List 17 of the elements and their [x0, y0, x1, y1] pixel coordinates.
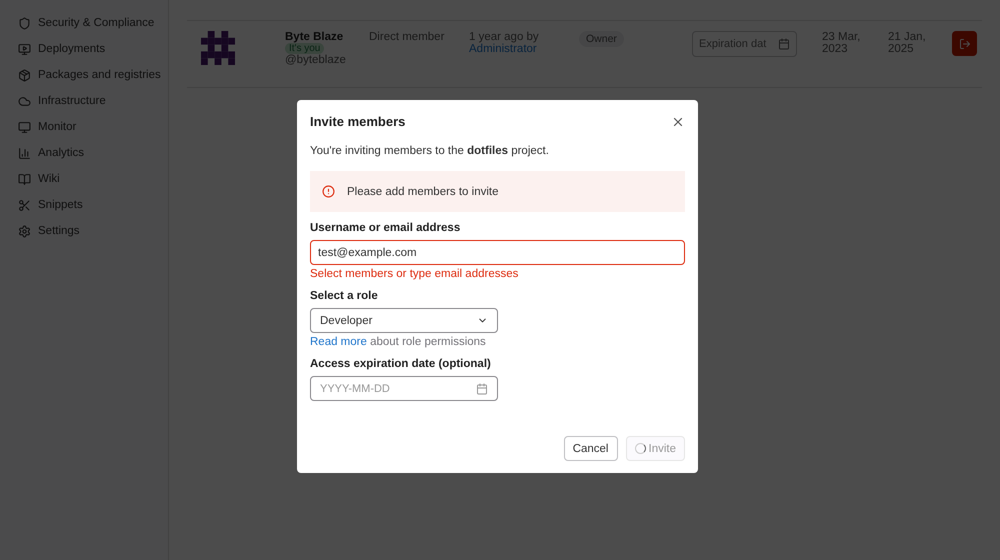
username-field[interactable]: test@example.com [310, 240, 685, 265]
role-label: Select a role [310, 290, 379, 302]
date-field[interactable]: YYYY-MM-DD [310, 376, 498, 401]
calendar-icon [476, 382, 488, 394]
help-text: Read more about role permissions [310, 336, 487, 348]
date-label: Access expiration date (optional) [310, 358, 492, 370]
alert-text: Please add members to invite [347, 186, 498, 198]
administrator-link[interactable]: Administrator [469, 43, 537, 55]
intro-text: You're inviting members to the dotfiles project. [310, 145, 550, 157]
modal-title: Invite members [310, 114, 406, 129]
username-label: Username or email address [310, 222, 462, 234]
member-name: Byte Blaze [285, 31, 344, 43]
read-more-link[interactable]: Read more [310, 336, 367, 348]
cancel-button[interactable]: Cancel [564, 436, 618, 461]
role-select[interactable]: Developer [310, 308, 498, 333]
error-text: Select members or type email addresses [310, 268, 520, 280]
alert-icon [322, 185, 335, 198]
